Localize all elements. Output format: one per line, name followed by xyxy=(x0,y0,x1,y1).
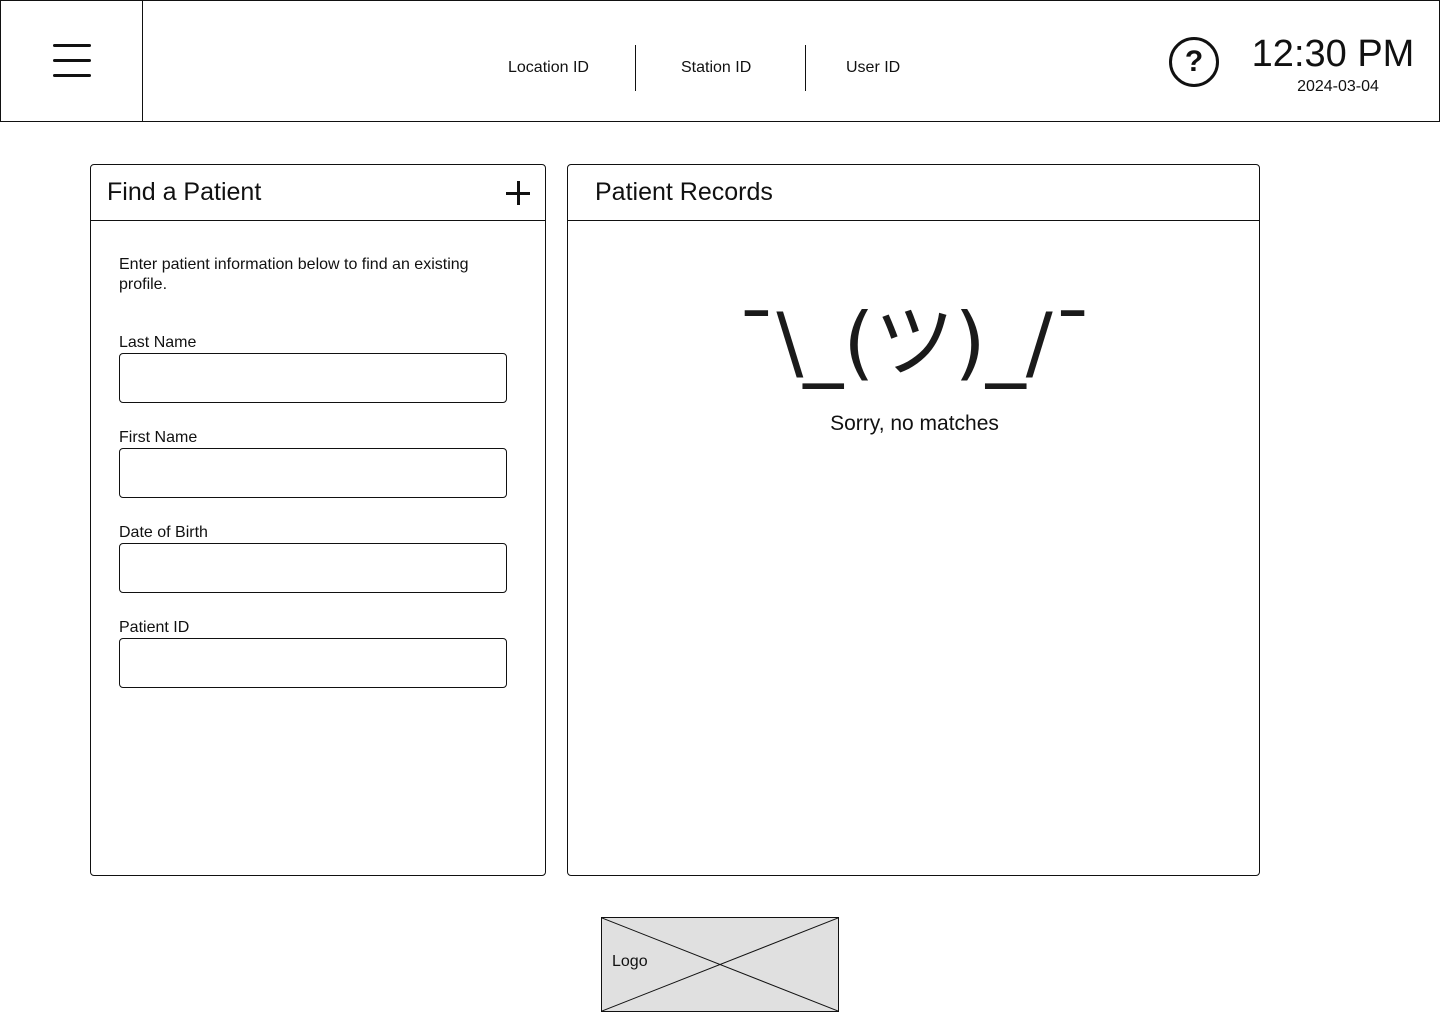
panel-title: Find a Patient xyxy=(107,178,262,206)
clock-time: 12:30 PM xyxy=(1251,33,1415,75)
patient-id-field[interactable] xyxy=(119,638,507,688)
date-of-birth-field[interactable] xyxy=(119,543,507,593)
clock-date: 2024-03-04 xyxy=(1297,78,1379,95)
shrug-emoticon: ¯\_(ツ)_/¯ xyxy=(736,296,1093,389)
last-name-field[interactable] xyxy=(119,353,507,403)
first-name-label: First Name xyxy=(119,429,198,446)
plus-icon[interactable] xyxy=(503,178,533,208)
question-circle-icon[interactable]: ? xyxy=(1169,37,1219,87)
station-id-label: Station ID xyxy=(681,59,752,76)
divider xyxy=(805,45,806,91)
divider xyxy=(635,45,636,91)
last-name-label: Last Name xyxy=(119,334,197,351)
top-bar: Location ID Station ID User ID ? 12:30 P… xyxy=(0,0,1440,122)
panel-header: Patient Records xyxy=(568,165,1259,221)
instructions-text: Enter patient information below to find … xyxy=(119,256,469,293)
location-id-label: Location ID xyxy=(508,59,589,76)
empty-state-message: Sorry, no matches xyxy=(830,412,999,435)
logo-placeholder: Logo xyxy=(601,917,839,1012)
session-ids: Location ID Station ID User ID xyxy=(1,45,1440,91)
find-patient-panel: Find a Patient Enter patient information… xyxy=(90,164,546,876)
panel-title: Patient Records xyxy=(595,178,773,206)
patient-records-panel: Patient Records ¯\_(ツ)_/¯ Sorry, no matc… xyxy=(567,164,1260,876)
user-id-label: User ID xyxy=(846,59,901,76)
panel-header: Find a Patient xyxy=(91,165,545,221)
patient-id-label: Patient ID xyxy=(119,619,190,636)
logo-label: Logo xyxy=(612,953,648,970)
date-of-birth-label: Date of Birth xyxy=(119,524,208,541)
first-name-field[interactable] xyxy=(119,448,507,498)
